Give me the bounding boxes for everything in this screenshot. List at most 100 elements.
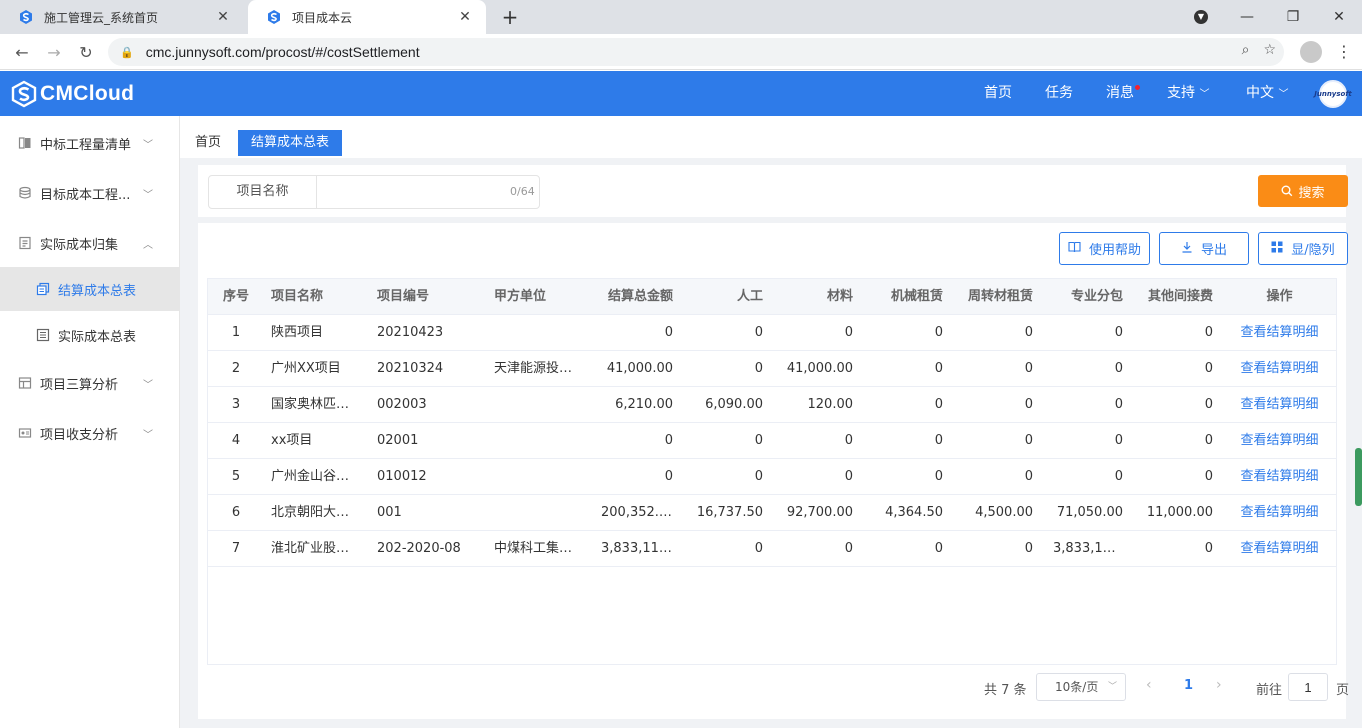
close-icon[interactable]: ✕ [214, 9, 232, 25]
table-cell: 0 [844, 433, 853, 448]
profile-avatar-icon[interactable] [1300, 41, 1322, 63]
goto-page-input[interactable] [1288, 673, 1328, 701]
table-cell: 010012 [377, 469, 427, 484]
table-cell: 国家奥林匹克... [271, 397, 362, 412]
table-cell: 4,364.50 [885, 505, 943, 520]
sidebar-item-actual-cost-summary[interactable]: 实际成本总表 [0, 313, 179, 357]
lock-icon: 🔒 [120, 45, 134, 59]
prev-page-icon[interactable]: ‹ [1146, 677, 1152, 693]
sidebar-item-settlement-cost-summary[interactable]: 结算成本总表 [0, 267, 179, 311]
view-settlement-detail-link[interactable]: 查看结算明细 [1223, 531, 1336, 567]
browser-tab-project-cost[interactable]: 项目成本云 ✕ [248, 0, 486, 34]
table-cell: 0 [1204, 469, 1213, 484]
search-button[interactable]: 搜索 [1258, 175, 1348, 207]
view-settlement-detail-link[interactable]: 查看结算明细 [1223, 315, 1336, 351]
table-cell: 20210423 [377, 325, 444, 340]
grid-icon [1271, 241, 1283, 256]
export-button[interactable]: 导出 [1159, 232, 1249, 265]
close-icon[interactable]: ✕ [456, 9, 474, 25]
report-icon [36, 328, 50, 342]
chevron-down-icon: ﹀ [143, 139, 153, 151]
zoom-icon[interactable]: ⌕ [1242, 42, 1250, 58]
chevron-down-icon: ﹀ [1278, 89, 1289, 100]
table-cell: 6 [231, 505, 241, 520]
reload-icon[interactable]: ↻ [74, 40, 98, 64]
sidebar-item-label: 项目收支分析 [40, 427, 119, 443]
table-cell: 0 [844, 541, 853, 556]
new-tab-plus-icon[interactable]: + [498, 5, 522, 29]
table-header: 序号 项目名称 项目编号 甲方单位 结算总金额 人工 材料 机械租赁 周转材租赁… [208, 279, 1336, 315]
toggle-columns-button[interactable]: 显/隐列 [1258, 232, 1348, 265]
sidebar-item-label: 实际成本总表 [58, 329, 137, 345]
nav-home[interactable]: 首页 [984, 71, 1012, 116]
nav-messages[interactable]: 消息 [1106, 71, 1140, 116]
back-arrow-icon[interactable]: ← [10, 40, 34, 64]
help-button[interactable]: 使用帮助 [1059, 232, 1150, 265]
scrollbar-indicator[interactable] [1355, 448, 1362, 506]
download-indicator-icon[interactable]: ▼ [1178, 0, 1224, 34]
view-settlement-detail-link[interactable]: 查看结算明细 [1223, 351, 1336, 387]
nav-messages-label: 消息 [1106, 85, 1134, 101]
app-favicon-icon [266, 9, 282, 25]
view-settlement-detail-link[interactable]: 查看结算明细 [1223, 387, 1336, 423]
project-name-input[interactable] [316, 175, 540, 209]
minimize-icon[interactable]: — [1224, 0, 1270, 34]
table-cell: 0 [1114, 433, 1123, 448]
table-cell [484, 459, 591, 495]
page-number-current[interactable]: 1 [1184, 678, 1193, 693]
app-favicon-icon [18, 9, 34, 25]
table-cell: 0 [934, 541, 943, 556]
layers-icon [36, 282, 50, 296]
user-avatar[interactable]: Junnysoft [1314, 80, 1352, 108]
browser-tabbar: 施工管理云_系统首页 ✕ 项目成本云 ✕ + ▼ — ❐ ✕ [0, 0, 1362, 34]
table-cell: 北京朝阳大楼... [271, 505, 362, 520]
table-cell: 广州XX项目 [271, 361, 341, 376]
bookmark-star-icon[interactable]: ☆ [1263, 42, 1276, 58]
avatar-text: Junnysoft [1314, 90, 1352, 98]
view-settlement-detail-link[interactable]: 查看结算明细 [1223, 459, 1336, 495]
table-cell: 天津能源投资... [494, 361, 585, 376]
nav-tasks[interactable]: 任务 [1045, 71, 1073, 116]
project-name-label: 项目名称 [208, 175, 317, 209]
column-header: 机械租赁 [890, 289, 943, 304]
table-cell: 71,050.00 [1056, 505, 1123, 520]
table-cell: 0 [754, 541, 763, 556]
address-bar[interactable]: 🔒 cmc.junnysoft.com/procost/#/costSettle… [108, 38, 1284, 66]
forward-arrow-icon[interactable]: → [42, 40, 66, 64]
chevron-up-icon: ︿ [143, 239, 153, 251]
column-header: 周转材租赁 [967, 289, 1033, 304]
sidebar-item-bid-quantities[interactable]: 中标工程量清单 ﹀ [0, 118, 179, 168]
browser-menu-icon[interactable]: ⋮ [1334, 40, 1354, 64]
tab-settlement-cost-summary[interactable]: 结算成本总表 [238, 130, 343, 156]
close-window-icon[interactable]: ✕ [1316, 0, 1362, 34]
download-icon [1181, 241, 1193, 256]
next-page-icon[interactable]: › [1216, 677, 1222, 693]
browser-tab-system-home[interactable]: 施工管理云_系统首页 ✕ [0, 0, 244, 34]
table-cell: xx项目 [271, 433, 313, 448]
sidebar-item-income-expense-analysis[interactable]: 项目收支分析 ﹀ [0, 408, 179, 458]
view-settlement-detail-link[interactable]: 查看结算明细 [1223, 495, 1336, 531]
book-icon [18, 137, 31, 149]
table-cell: 0 [844, 469, 853, 484]
database-icon [19, 186, 31, 199]
book-open-icon [1068, 241, 1081, 256]
tab-home[interactable]: 首页 [182, 130, 234, 156]
sidebar-item-actual-cost-collection[interactable]: 实际成本归集 ︿ [0, 218, 179, 268]
table-cell: 20210324 [377, 361, 444, 376]
column-header: 操作 [1266, 289, 1293, 304]
logo-icon [11, 80, 37, 108]
app-logo[interactable]: CMCloud [10, 80, 134, 108]
page-size-select[interactable]: 10条/页 ﹀ [1036, 673, 1126, 701]
table-cell: 6,090.00 [705, 397, 763, 412]
sidebar-item-three-calc-analysis[interactable]: 项目三算分析 ﹀ [0, 358, 179, 408]
nav-language[interactable]: 中文 ﹀ [1246, 71, 1288, 116]
table-cell: 0 [1114, 397, 1123, 412]
nav-support[interactable]: 支持 ﹀ [1167, 71, 1209, 116]
sidebar-item-target-cost[interactable]: 目标成本工程... ﹀ [0, 168, 179, 218]
table-cell: 4 [231, 433, 241, 448]
restore-icon[interactable]: ❐ [1270, 0, 1316, 34]
column-header: 项目编号 [377, 289, 430, 304]
table-cell: 0 [1114, 361, 1123, 376]
view-settlement-detail-link[interactable]: 查看结算明细 [1223, 423, 1336, 459]
page-size-value: 10条/页 [1055, 680, 1099, 694]
